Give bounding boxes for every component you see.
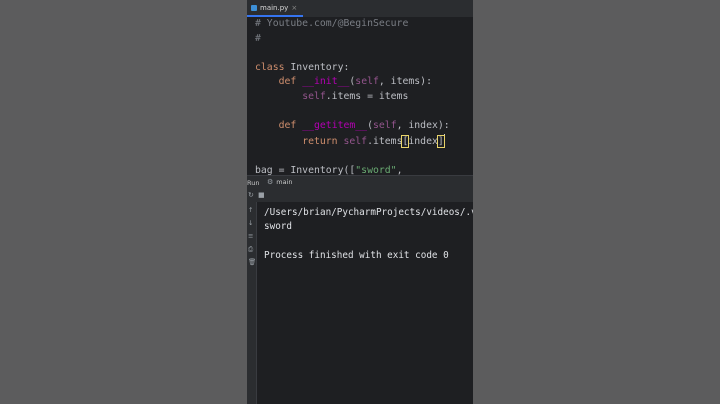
self-token: self [343,135,368,147]
self-token: self [373,120,397,132]
run-toolbar: ↻ ■ [247,189,473,203]
console-output-line: sword [264,221,292,232]
pycharm-window: main.py × # Youtube.com/@BeginSecure # c… [247,0,473,404]
code-comment-line: # [255,32,261,44]
keyword-def: def [278,120,297,132]
run-panel-label: Run [247,179,260,187]
self-token: self [355,76,379,88]
run-panel-header: Run ⚙ main [247,175,473,190]
code-comment-line: # Youtube.com/@BeginSecure [255,18,409,29]
keyword-return: return [302,135,338,147]
arrow-up-icon[interactable]: ↑ [248,206,253,214]
self-token: self [302,90,326,102]
code-editor[interactable]: # Youtube.com/@BeginSecure # class Inven… [247,17,473,176]
editor-tab-label: main.py [260,3,289,12]
run-side-toolbar: ↑ ↓ ≡ ⎙ 🗑 [247,202,257,404]
soft-wrap-icon[interactable]: ≡ [248,232,253,240]
code-token: .items [367,135,403,147]
text-caret [443,133,445,145]
print-icon[interactable]: ⎙ [248,245,253,254]
keyword-def: def [278,76,297,88]
gear-icon: ⚙ [267,178,274,186]
run-tab-main[interactable]: ⚙ main [267,178,293,186]
editor-tab-bar: main.py × [247,0,473,18]
left-background [0,0,247,404]
code-token: .items = items [325,90,409,102]
console-exit-status: Process finished with exit code 0 [264,250,449,261]
code-token: index [408,135,438,147]
code-token: , index): [396,120,450,132]
method-getitem: __getitem__ [302,120,368,132]
stop-icon[interactable]: ■ [258,191,265,199]
keyword-class: class [255,61,285,73]
trash-icon[interactable]: 🗑 [248,258,256,266]
close-tab-icon[interactable]: × [291,4,297,12]
run-tab-label: main [276,178,293,186]
run-console[interactable]: /Users/brian/PycharmProjects/videos/.ver… [257,202,473,404]
python-file-icon [251,4,257,11]
method-init: __init__ [302,76,350,88]
class-name: Inventory: [284,61,350,73]
code-text[interactable]: # Youtube.com/@BeginSecure # class Inven… [255,17,450,179]
right-background [473,0,720,404]
editor-tab-main-py[interactable]: main.py × [247,0,304,17]
code-token: , items): [378,76,432,88]
console-path-line: /Users/brian/PycharmProjects/videos/.ver [264,207,473,218]
rerun-icon[interactable]: ↻ [248,191,254,199]
arrow-down-icon[interactable]: ↓ [248,219,253,227]
